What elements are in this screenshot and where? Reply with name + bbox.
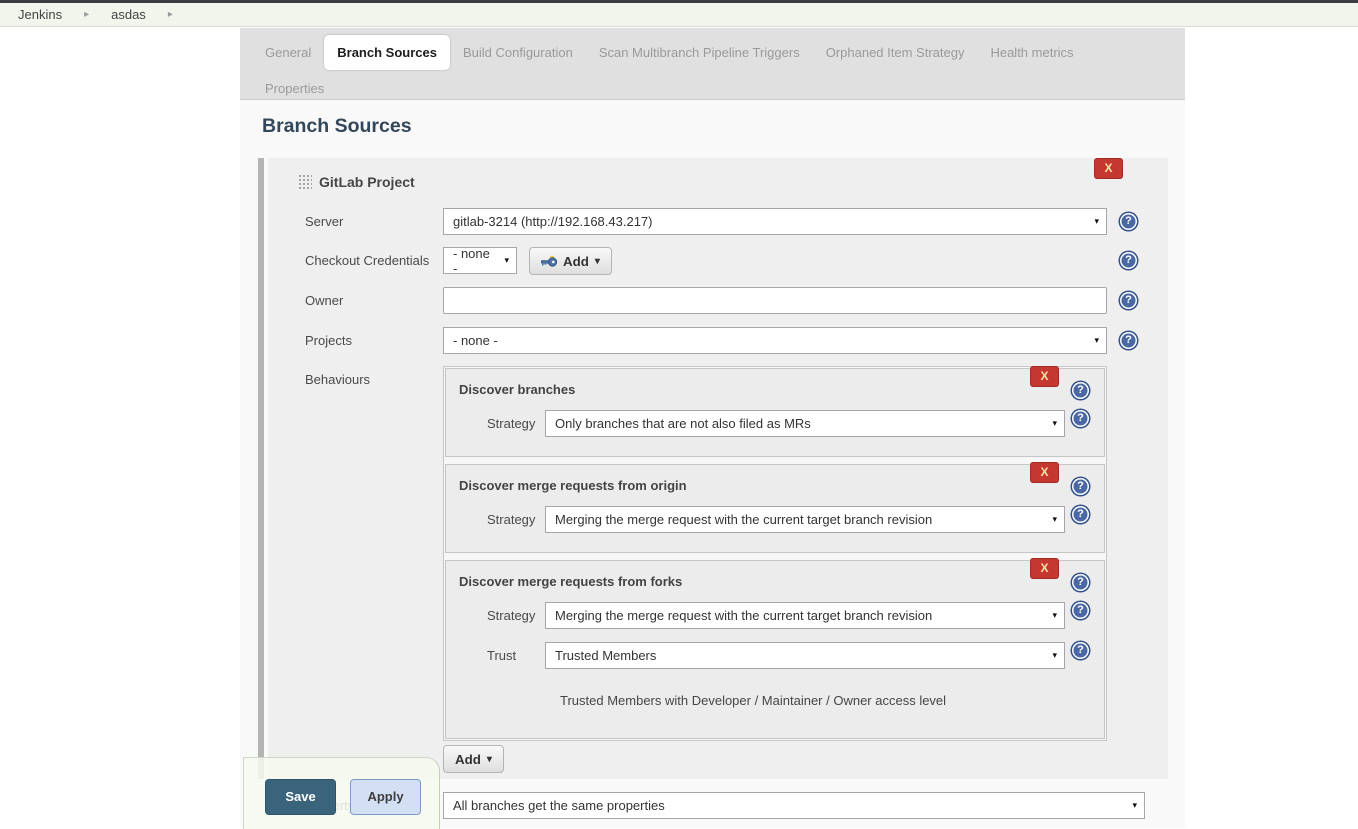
save-panel: Save Apply [243,757,440,829]
drag-handle-icon[interactable] [297,173,312,190]
section-title: GitLab Project [319,174,415,190]
config-panel: General Branch Sources Build Configurati… [240,28,1185,829]
branch-sources-content: Branch Sources X GitLab Project Server g… [240,100,1185,828]
delete-discover-branches-button[interactable]: X [1030,366,1059,387]
server-select[interactable]: gitlab-3214 (http://192.168.43.217) ▾ [443,208,1107,235]
discover-mr-forks-strategy-select[interactable]: Merging the merge request with the curre… [545,602,1065,629]
discover-branches-help-icon[interactable]: ? [1072,382,1089,399]
strategy-label: Strategy [487,416,545,431]
projects-row: Projects - none - ▾ ? [268,327,1168,354]
behaviour-title: Discover merge requests from origin [446,478,1104,493]
behaviour-discover-mr-forks: X ? Discover merge requests from forks S… [445,560,1105,739]
discover-branches-strategy-select[interactable]: Only branches that are not also filed as… [545,410,1065,437]
behaviour-discover-branches: X ? Discover branches Strategy Only bran… [445,368,1105,457]
breadcrumb: Jenkins ▸ asdas ▸ [0,3,1358,27]
projects-help-icon[interactable]: ? [1120,332,1137,349]
page-title: Branch Sources [240,100,1185,137]
add-behaviour-button[interactable]: Add ▾ [443,745,504,773]
trust-description: Trusted Members with Developer / Maintai… [446,693,1104,708]
owner-label: Owner [305,287,443,308]
tab-health-metrics[interactable]: Health metrics [977,45,1086,60]
behaviour-discover-mr-origin: X ? Discover merge requests from origin … [445,464,1105,553]
tab-general[interactable]: General [252,45,324,60]
projects-select[interactable]: - none - ▾ [443,327,1107,354]
tab-build-configuration[interactable]: Build Configuration [450,45,586,60]
tab-scan-triggers[interactable]: Scan Multibranch Pipeline Triggers [586,45,813,60]
tab-branch-sources[interactable]: Branch Sources [324,35,450,70]
section-drag-bar[interactable] [258,158,264,779]
config-tab-bar: General Branch Sources Build Configurati… [240,28,1185,100]
trust-help-icon[interactable]: ? [1072,642,1089,659]
discover-mr-origin-strategy-select[interactable]: Merging the merge request with the curre… [545,506,1065,533]
behaviours-container: X ? Discover branches Strategy Only bran… [443,366,1107,741]
behaviour-title: Discover branches [446,382,1104,397]
breadcrumb-job-asdas[interactable]: asdas [111,7,146,22]
behaviour-title: Discover merge requests from forks [446,574,1104,589]
strategy-help-icon[interactable]: ? [1072,410,1089,427]
tab-orphaned-item-strategy[interactable]: Orphaned Item Strategy [813,45,978,60]
server-row: Server gitlab-3214 (http://192.168.43.21… [268,208,1168,235]
discover-mr-forks-trust-select[interactable]: Trusted Members ▾ [545,642,1065,669]
server-label: Server [305,208,443,229]
chevron-down-icon: ▾ [504,255,509,266]
chevron-down-icon: ▾ [1094,216,1099,227]
strategy-label: Strategy [487,608,545,623]
server-help-icon[interactable]: ? [1120,213,1137,230]
checkout-credentials-select[interactable]: - none - ▾ [443,247,517,274]
gitlab-project-section: X GitLab Project Server gitlab-3214 (htt… [258,158,1168,779]
owner-row: Owner ? [268,287,1168,314]
strategy-help-icon[interactable]: ? [1072,602,1089,619]
behaviours-row: Behaviours X ? Discover branches Strateg… [268,366,1168,741]
delete-discover-mr-origin-button[interactable]: X [1030,462,1059,483]
strategy-help-icon[interactable]: ? [1072,506,1089,523]
discover-mr-origin-help-icon[interactable]: ? [1072,478,1089,495]
tab-properties[interactable]: Properties [252,81,337,96]
chevron-down-icon: ▾ [487,754,492,765]
chevron-down-icon: ▾ [595,256,600,267]
owner-input[interactable] [443,287,1107,314]
add-credentials-button[interactable]: Add ▾ [529,247,612,275]
strategy-label: Strategy [487,512,545,527]
discover-mr-forks-help-icon[interactable]: ? [1072,574,1089,591]
chevron-down-icon: ▾ [1052,514,1057,525]
checkout-credentials-help-icon[interactable]: ? [1120,252,1137,269]
projects-label: Projects [305,327,443,348]
save-button[interactable]: Save [265,779,336,815]
checkout-credentials-row: Checkout Credentials - none - ▾ [268,247,1168,275]
owner-help-icon[interactable]: ? [1120,292,1137,309]
breadcrumb-separator-icon[interactable]: ▸ [168,9,173,20]
behaviours-label: Behaviours [305,366,443,387]
checkout-credentials-label: Checkout Credentials [305,247,443,268]
trust-label: Trust [487,648,545,663]
property-strategy-select[interactable]: All branches get the same properties ▾ [443,792,1145,819]
chevron-down-icon: ▾ [1052,610,1057,621]
breadcrumb-jenkins[interactable]: Jenkins [18,7,62,22]
delete-gitlab-project-button[interactable]: X [1094,158,1123,179]
delete-discover-mr-forks-button[interactable]: X [1030,558,1059,579]
breadcrumb-separator-icon[interactable]: ▸ [84,9,89,20]
chevron-down-icon: ▾ [1052,418,1057,429]
key-icon [541,256,557,267]
chevron-down-icon: ▾ [1052,650,1057,661]
chevron-down-icon: ▾ [1132,800,1137,811]
apply-button[interactable]: Apply [350,779,421,815]
chevron-down-icon: ▾ [1094,335,1099,346]
